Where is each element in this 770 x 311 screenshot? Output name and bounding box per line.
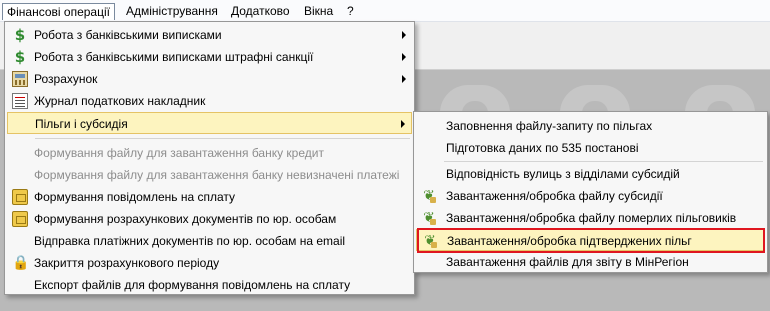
menu-separator — [35, 138, 410, 139]
menu-item-label: Формування повідомлень на сплату — [34, 190, 236, 204]
menu-item-calculation[interactable]: Розрахунок — [7, 68, 412, 90]
menu-item-export-files[interactable]: Експорт файлів для формування повідомлен… — [7, 274, 412, 296]
menu-bar: Фінансові операції Адміністрування Додат… — [0, 0, 770, 22]
submenu-arrow-icon — [402, 31, 406, 39]
submenu-arrow-icon — [402, 75, 406, 83]
app-window: Фінансові операції Адміністрування Додат… — [0, 0, 770, 311]
menu-administration[interactable]: Адміністрування — [122, 3, 222, 20]
benefits-subsidies-submenu: Заповнення файлу-запиту по пільгах Підго… — [413, 111, 768, 273]
menu-item-label: Журнал податкових накладник — [34, 94, 206, 108]
menu-financial-operations[interactable]: Фінансові операції — [2, 3, 115, 20]
menu-item-label: Завантаження/обробка файлу померлих піль… — [446, 211, 737, 225]
menu-item-label: Відповідність вулиць з відділами субсиді… — [446, 167, 680, 181]
journal-icon — [12, 93, 28, 109]
menu-item-label: Формування файлу для завантаження банку … — [34, 146, 324, 160]
menu-item-send-payment-email[interactable]: Відправка платіжних документів по юр. ос… — [7, 230, 412, 252]
menu-help[interactable]: ? — [343, 3, 358, 20]
money-icon — [12, 189, 28, 205]
submenu-item-subsidy-file-load[interactable]: ❦ Завантаження/обробка файлу субсидії — [416, 185, 765, 207]
menu-windows[interactable]: Вікна — [300, 3, 337, 20]
submenu-item-confirmed-benefits-load[interactable]: ❦ Завантаження/обробка підтверджених піл… — [416, 229, 765, 251]
submenu-item-deceased-file-load[interactable]: ❦ Завантаження/обробка файлу померлих пі… — [416, 207, 765, 229]
menu-separator — [444, 161, 763, 162]
menu-item-bank-file-credit: Формування файлу для завантаження банку … — [7, 142, 412, 164]
menu-item-settlement-documents[interactable]: Формування розрахункових документів по ю… — [7, 208, 412, 230]
dollar-icon: $ — [14, 48, 26, 66]
menu-item-label: Завантаження/обробка файлу субсидії — [446, 189, 663, 203]
menu-item-bank-statements-penalties[interactable]: $ Робота з банківськими виписками штрафн… — [7, 46, 412, 68]
submenu-arrow-icon — [401, 120, 405, 128]
menu-item-bank-file-undefined: Формування файлу для завантаження банку … — [7, 164, 412, 186]
menu-item-payment-notices[interactable]: Формування повідомлень на сплату — [7, 186, 412, 208]
leaf-icon: ❦ — [421, 188, 437, 204]
leaf-icon: ❦ — [421, 210, 437, 226]
menu-additional[interactable]: Додатково — [227, 3, 294, 20]
menu-item-label: Завантаження файлів для звіту в МінРегіо… — [446, 255, 689, 269]
submenu-item-535-data[interactable]: Підготовка даних по 535 постанові — [416, 137, 765, 159]
menu-item-label: Робота з банківськими виписками — [34, 28, 222, 42]
menu-item-close-period[interactable]: 🔒 Закриття розрахункового періоду — [7, 252, 412, 274]
menu-item-benefits-subsidies[interactable]: Пільги і субсидія — [7, 112, 412, 134]
menu-item-label: Формування розрахункових документів по ю… — [34, 212, 337, 226]
menu-item-label: Завантаження/обробка підтверджених пільг — [447, 234, 692, 248]
submenu-arrow-icon — [402, 53, 406, 61]
menu-item-label: Розрахунок — [34, 72, 98, 86]
menu-item-bank-statements[interactable]: $ Робота з банківськими виписками — [7, 24, 412, 46]
menu-item-label: Відправка платіжних документів по юр. ос… — [34, 234, 346, 248]
money-icon — [12, 211, 28, 227]
menu-item-label: Формування файлу для завантаження банку … — [34, 168, 400, 182]
menu-item-label: Робота з банківськими виписками штрафні … — [34, 50, 314, 64]
leaf-icon: ❦ — [422, 233, 438, 249]
menu-item-tax-journal[interactable]: Журнал податкових накладник — [7, 90, 412, 112]
lock-icon: 🔒 — [12, 255, 30, 271]
calculator-icon — [12, 71, 28, 87]
menu-item-label: Закриття розрахункового періоду — [34, 256, 220, 270]
financial-operations-dropdown: $ Робота з банківськими виписками $ Робо… — [4, 21, 415, 295]
menu-item-label: Пільги і субсидія — [35, 117, 128, 131]
menu-item-label: Експорт файлів для формування повідомлен… — [34, 278, 351, 292]
submenu-item-streets-mapping[interactable]: Відповідність вулиць з відділами субсиді… — [416, 163, 765, 185]
menu-item-label: Заповнення файлу-запиту по пільгах — [446, 119, 653, 133]
submenu-item-benefits-request-file[interactable]: Заповнення файлу-запиту по пільгах — [416, 115, 765, 137]
submenu-item-minregion-report-files[interactable]: Завантаження файлів для звіту в МінРегіо… — [416, 251, 765, 273]
dollar-icon: $ — [14, 26, 26, 44]
menu-item-label: Підготовка даних по 535 постанові — [446, 141, 639, 155]
